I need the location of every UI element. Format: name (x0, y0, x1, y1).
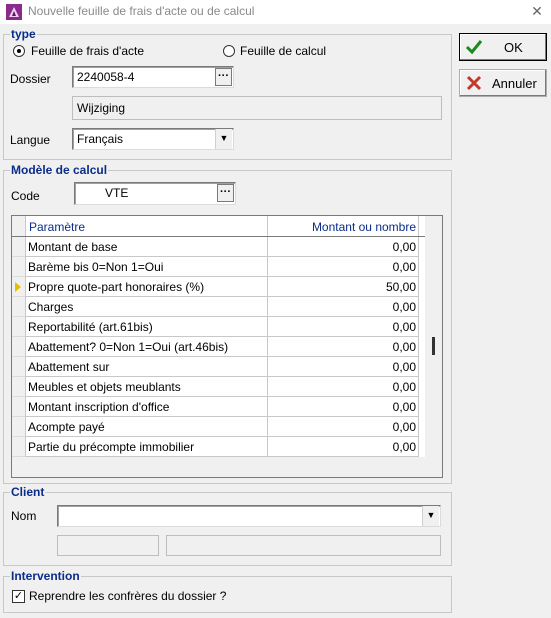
value-cell[interactable]: 0,00 (270, 320, 416, 334)
reprendre-checkbox[interactable]: ✓ (12, 590, 25, 603)
check-icon (465, 38, 483, 59)
reprendre-checkbox-label[interactable]: Reprendre les confrères du dossier ? (29, 589, 226, 603)
type-legend: type (10, 27, 37, 41)
indicator-divider (12, 456, 25, 457)
radio-feuille-calcul-label[interactable]: Feuille de calcul (240, 44, 326, 58)
column-header-parametre[interactable]: Paramètre (29, 220, 85, 234)
value-cell[interactable]: 0,00 (270, 300, 416, 314)
code-value[interactable]: VTE (75, 183, 235, 203)
current-row-pointer-icon (15, 282, 21, 292)
code-browse-button[interactable]: ··· (217, 184, 234, 202)
radio-feuille-acte[interactable] (13, 45, 25, 57)
client-name-field (166, 535, 441, 556)
param-cell[interactable]: Abattement sur (28, 360, 266, 374)
client-code-field (57, 535, 159, 556)
cancel-button[interactable]: Annuler (459, 69, 547, 97)
radio-feuille-acte-label[interactable]: Feuille de frais d'acte (31, 44, 144, 58)
window-title: Nouvelle feuille de frais d'acte ou de c… (28, 4, 255, 18)
param-cell[interactable]: Montant inscription d'office (28, 400, 266, 414)
param-cell[interactable]: Meubles et objets meublants (28, 380, 266, 394)
ok-button[interactable]: OK (459, 33, 547, 61)
column-header-montant[interactable]: Montant ou nombre (268, 220, 416, 234)
value-cell[interactable]: 0,00 (270, 380, 416, 394)
dossier-field[interactable]: 2240058-4 (72, 66, 234, 88)
nom-dropdown-icon[interactable]: ▼ (422, 506, 439, 526)
dossier-name-field: Wijziging (72, 96, 442, 120)
param-cell[interactable]: Partie du précompte immobilier (28, 440, 266, 454)
intervention-legend: Intervention (10, 569, 81, 583)
dossier-name-value: Wijziging (77, 101, 126, 115)
nom-value[interactable] (58, 506, 440, 512)
dossier-value[interactable]: 2240058-4 (73, 67, 233, 87)
value-cell[interactable]: 0,00 (270, 400, 416, 414)
param-cell[interactable]: Reportabilité (art.61bis) (28, 320, 266, 334)
code-field[interactable]: VTE (74, 182, 236, 205)
value-cell[interactable]: 0,00 (270, 360, 416, 374)
dossier-label: Dossier (10, 72, 51, 86)
code-label: Code (11, 189, 40, 203)
app-icon (6, 4, 22, 20)
close-icon[interactable]: ✕ (528, 2, 546, 20)
param-cell[interactable]: Barème bis 0=Non 1=Oui (28, 260, 266, 274)
cancel-label: Annuler (492, 76, 537, 91)
langue-select[interactable]: Français (72, 128, 234, 150)
param-cell[interactable]: Montant de base (28, 240, 266, 254)
value-cell[interactable]: 0,00 (270, 420, 416, 434)
ok-label: OK (504, 40, 523, 55)
nom-label: Nom (11, 509, 37, 523)
dossier-browse-button[interactable]: ··· (215, 68, 232, 86)
param-cell[interactable]: Propre quote-part honoraires (%) (28, 280, 266, 294)
cancel-x-icon (466, 75, 482, 94)
langue-label: Langue (10, 133, 51, 147)
value-cell[interactable]: 0,00 (270, 260, 416, 274)
nom-select[interactable] (57, 505, 441, 527)
langue-value[interactable]: Français (73, 129, 233, 149)
param-cell[interactable]: Charges (28, 300, 266, 314)
radio-feuille-calcul[interactable] (223, 45, 235, 57)
modele-legend: Modèle de calcul (10, 163, 109, 177)
value-cell[interactable]: 50,00 (270, 280, 416, 294)
langue-dropdown-icon[interactable]: ▼ (215, 129, 232, 149)
param-cell[interactable]: Acompte payé (28, 420, 266, 434)
client-legend: Client (10, 485, 46, 499)
row-divider (26, 456, 418, 457)
value-cell[interactable]: 0,00 (270, 340, 416, 354)
param-cell[interactable]: Abattement? 0=Non 1=Oui (art.46bis) (28, 340, 266, 354)
grid-empty-area (12, 457, 425, 477)
value-cell[interactable]: 0,00 (270, 240, 416, 254)
value-cell[interactable]: 0,00 (270, 440, 416, 454)
scrollbar-thumb[interactable] (432, 337, 435, 355)
